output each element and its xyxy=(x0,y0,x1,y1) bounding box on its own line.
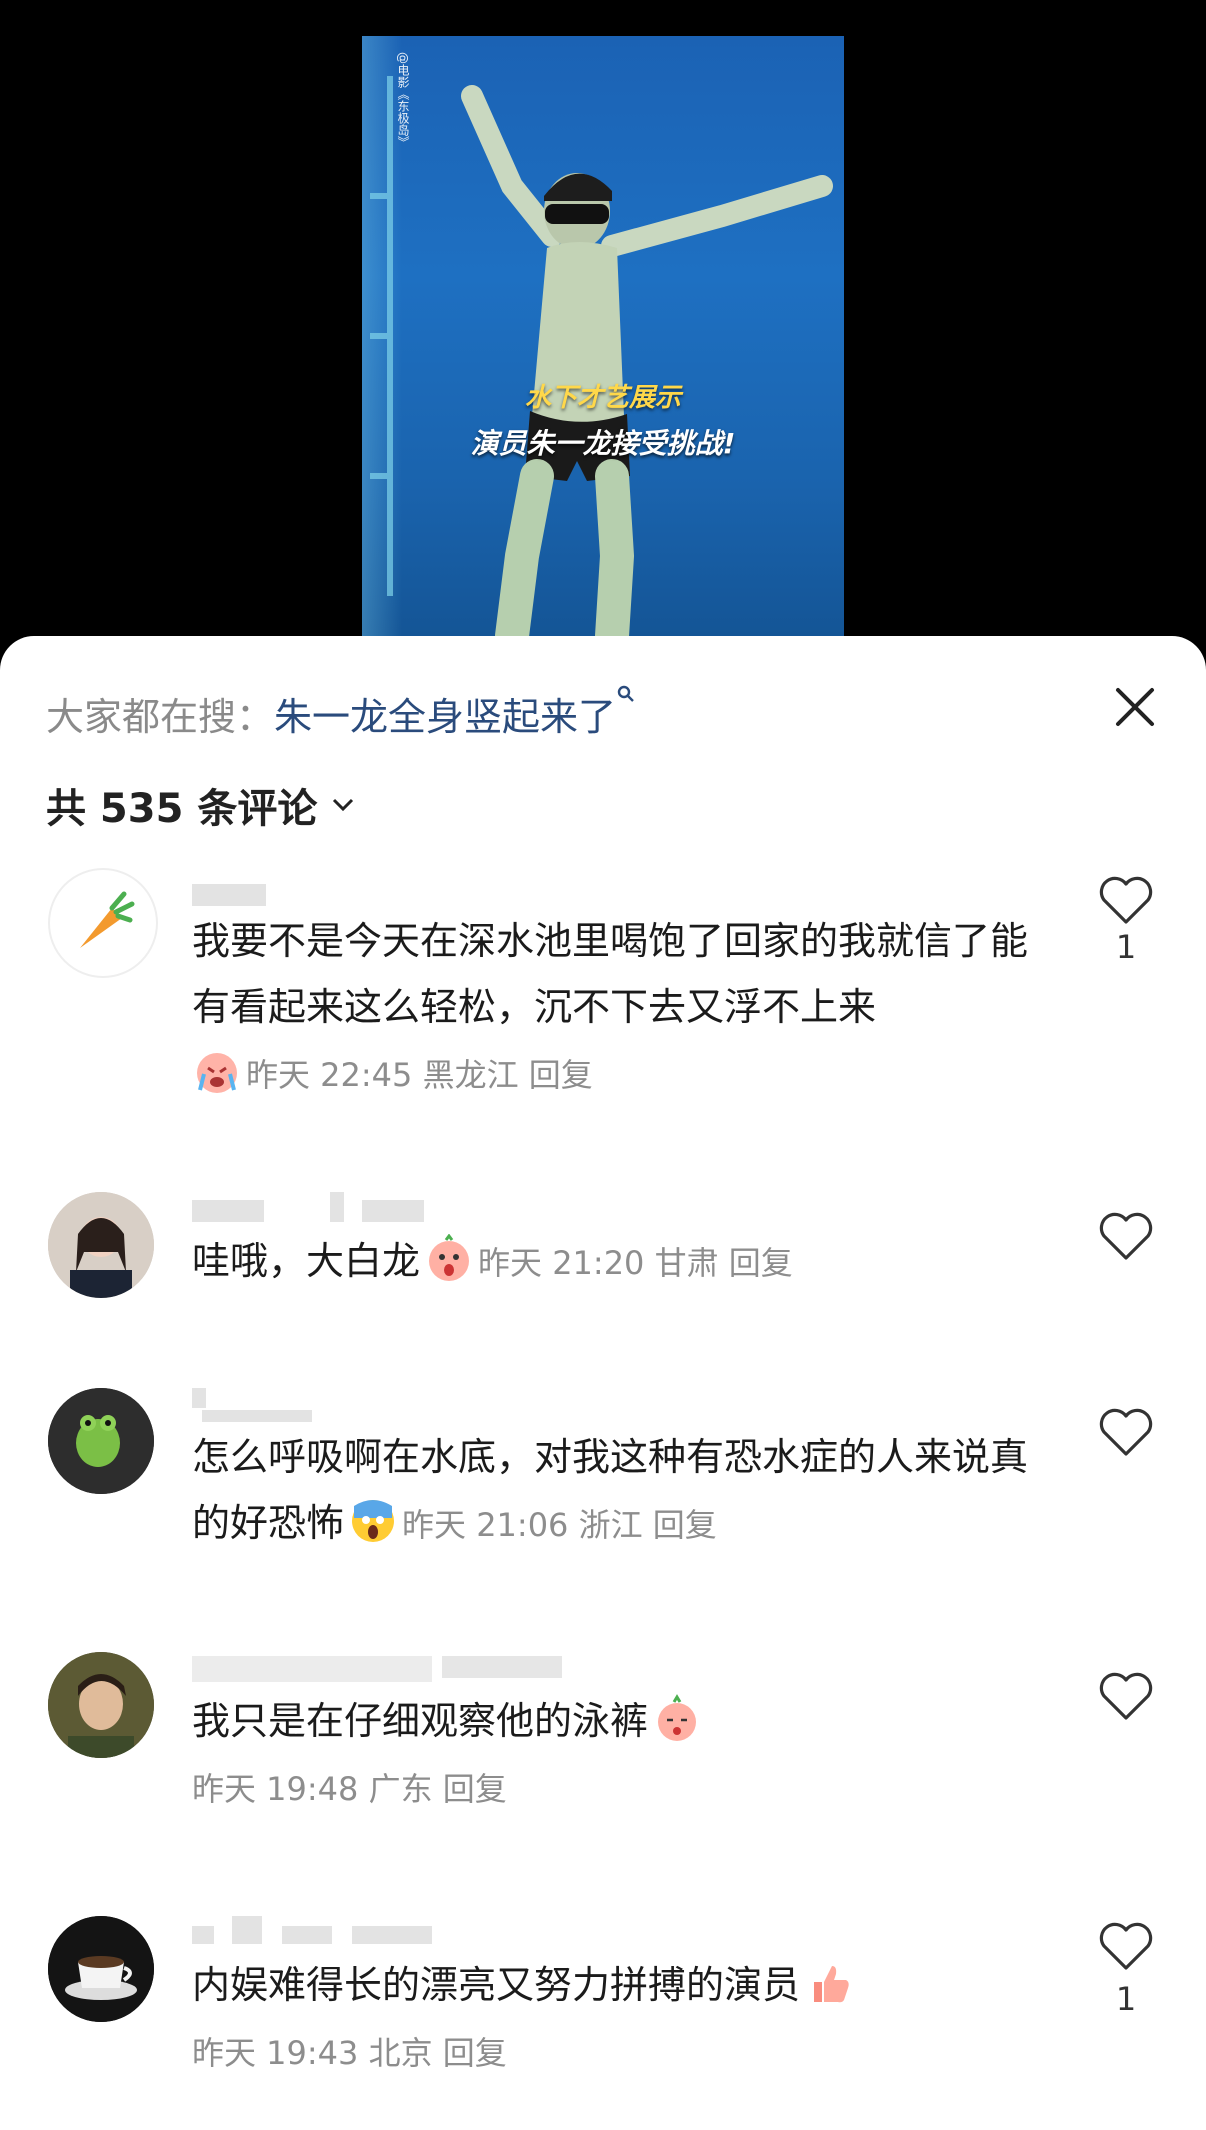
like-heart-icon[interactable] xyxy=(1098,1212,1154,1262)
like-heart-icon[interactable] xyxy=(1098,1672,1154,1722)
like-count: 1 xyxy=(1115,928,1137,966)
reply-button[interactable]: 回复 xyxy=(729,1244,793,1282)
thumbs-up-emoji xyxy=(814,1966,849,2003)
shy-peach-emoji xyxy=(658,1694,697,1741)
avatar[interactable] xyxy=(48,1192,154,1298)
search-icon xyxy=(617,685,634,702)
comment-body: 内娱难得长的漂亮又努力拼搏的演员 昨天 19:43 北京 回复 xyxy=(192,1952,1052,2086)
comment-count-sort[interactable]: 共 535 条评论 xyxy=(46,776,357,834)
carrot-avatar-icon xyxy=(80,891,135,948)
avatar[interactable] xyxy=(48,1916,154,2022)
comment-text: 哇哦，大白龙 xyxy=(192,1239,421,1283)
comment-time: 昨天 22:45 xyxy=(246,1056,413,1094)
man-avatar-icon xyxy=(48,1652,154,1758)
chevron-down-icon xyxy=(333,798,354,812)
woman-avatar-icon xyxy=(48,1192,154,1298)
comment-location: 甘肃 xyxy=(654,1244,719,1282)
screaming-emoji xyxy=(352,1500,395,1542)
comment-body: 我只是在仔细观察他的泳裤 昨天 19:48 广东 回复 xyxy=(192,1688,1052,1822)
video-player[interactable]: @电影《东极岛》 水下才艺展示 演员朱一龙接受挑战! xyxy=(0,0,1206,660)
coffee-cup-avatar-icon xyxy=(48,1916,154,2022)
crying-emoji xyxy=(197,1053,237,1093)
trending-search-keyword[interactable]: 朱一龙全身竖起来了 xyxy=(274,695,616,739)
swimmer-figure xyxy=(370,76,833,636)
comment-time: 昨天 21:06 xyxy=(402,1506,569,1544)
reply-button[interactable]: 回复 xyxy=(653,1506,717,1544)
comment-location: 北京 xyxy=(368,2034,433,2072)
reply-button[interactable]: 回复 xyxy=(443,2034,507,2072)
comment-text: 内娱难得长的漂亮又努力拼搏的演员 xyxy=(192,1963,801,2007)
like-heart-icon[interactable] xyxy=(1098,1922,1154,1972)
comment-location: 广东 xyxy=(368,1770,433,1808)
comment-location: 浙江 xyxy=(578,1506,643,1544)
shocked-pink-emoji xyxy=(429,1234,470,1281)
like-count: 1 xyxy=(1115,1980,1137,2018)
avatar[interactable] xyxy=(48,1388,154,1494)
comment-text: 我要不是今天在深水池里喝饱了回家的我就信了能有看起来这么轻松，沉不下去又浮不上来 xyxy=(192,919,1029,1029)
avatar[interactable] xyxy=(48,1652,154,1758)
video-frame[interactable] xyxy=(362,36,844,636)
comment-time: 昨天 19:48 xyxy=(192,1770,359,1808)
comment-time: 昨天 21:20 xyxy=(478,1244,645,1282)
trending-search[interactable]: 大家都在搜：朱一龙全身竖起来了 xyxy=(46,685,634,741)
trending-search-label: 大家都在搜： xyxy=(46,695,275,739)
video-watermark: @电影《东极岛》 xyxy=(396,52,410,148)
video-caption-title: 水下才艺展示 xyxy=(524,383,681,413)
comment-body: 哇哦，大白龙 昨天 21:20 甘肃 回复 xyxy=(192,1228,1052,1296)
comment-body: 怎么呼吸啊在水底，对我这种有恐水症的人来说真的好恐怖 昨天 21:06 浙江 回… xyxy=(192,1424,1052,1558)
comment-location: 黑龙江 xyxy=(422,1056,519,1094)
frog-avatar-icon xyxy=(48,1388,154,1494)
reply-button[interactable]: 回复 xyxy=(443,1770,507,1808)
close-icon[interactable] xyxy=(1110,682,1160,732)
comment-time: 昨天 19:43 xyxy=(192,2034,359,2072)
comment-text: 我只是在仔细观察他的泳裤 xyxy=(192,1699,649,1743)
comment-body: 我要不是今天在深水池里喝饱了回家的我就信了能有看起来这么轻松，沉不下去又浮不上来… xyxy=(192,908,1052,1108)
avatar[interactable] xyxy=(48,868,158,978)
like-heart-icon[interactable] xyxy=(1098,876,1154,926)
video-caption-subtitle: 演员朱一龙接受挑战! xyxy=(470,427,736,460)
comments-sheet: 大家都在搜：朱一龙全身竖起来了 共 535 条评论 我要不是今天在深水池里喝饱了… xyxy=(0,636,1206,2130)
reply-button[interactable]: 回复 xyxy=(529,1056,593,1094)
like-heart-icon[interactable] xyxy=(1098,1408,1154,1458)
comment-count: 共 535 条评论 xyxy=(46,786,318,832)
